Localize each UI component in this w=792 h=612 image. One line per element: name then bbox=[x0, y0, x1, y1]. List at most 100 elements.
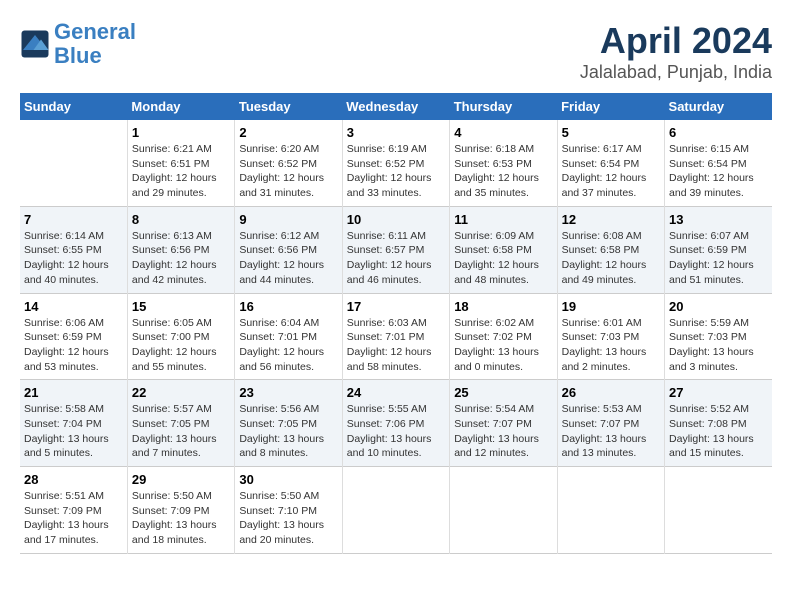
day-number: 18 bbox=[454, 299, 552, 314]
calendar-cell: 2 Sunrise: 6:20 AMSunset: 6:52 PMDaylight… bbox=[235, 120, 342, 206]
calendar-cell: 9 Sunrise: 6:12 AMSunset: 6:56 PMDaylight… bbox=[235, 206, 342, 293]
day-number: 22 bbox=[132, 385, 230, 400]
subtitle: Jalalabad, Punjab, India bbox=[580, 62, 772, 83]
calendar-cell: 22 Sunrise: 5:57 AMSunset: 7:05 PMDayligh… bbox=[127, 380, 234, 467]
calendar-cell: 18 Sunrise: 6:02 AMSunset: 7:02 PMDayligh… bbox=[450, 293, 557, 380]
day-info: Sunrise: 6:17 AMSunset: 6:54 PMDaylight:… bbox=[562, 142, 660, 201]
calendar-cell: 25 Sunrise: 5:54 AMSunset: 7:07 PMDayligh… bbox=[450, 380, 557, 467]
week-row-3: 14Sunrise: 6:06 AMSunset: 6:59 PMDayligh… bbox=[20, 293, 772, 380]
calendar-cell: 20 Sunrise: 5:59 AMSunset: 7:03 PMDayligh… bbox=[665, 293, 772, 380]
day-number: 24 bbox=[347, 385, 445, 400]
day-info: Sunrise: 5:54 AMSunset: 7:07 PMDaylight:… bbox=[454, 402, 552, 461]
calendar-cell: 26Sunrise: 5:53 AMSunset: 7:07 PMDayligh… bbox=[557, 380, 664, 467]
day-number: 20 bbox=[669, 299, 768, 314]
calendar-cell: 23Sunrise: 5:56 AMSunset: 7:05 PMDayligh… bbox=[235, 380, 342, 467]
day-info: Sunrise: 5:59 AMSunset: 7:03 PMDaylight:… bbox=[669, 316, 768, 375]
logo-line2: Blue bbox=[54, 43, 102, 68]
day-number: 30 bbox=[239, 472, 337, 487]
col-header-tuesday: Tuesday bbox=[235, 93, 342, 120]
calendar-cell: 12 Sunrise: 6:08 AMSunset: 6:58 PMDayligh… bbox=[557, 206, 664, 293]
col-header-wednesday: Wednesday bbox=[342, 93, 449, 120]
day-number: 23 bbox=[239, 385, 337, 400]
calendar-cell bbox=[450, 467, 557, 554]
day-info: Sunrise: 5:57 AMSunset: 7:05 PMDaylight:… bbox=[132, 402, 230, 461]
day-info: Sunrise: 6:04 AMSunset: 7:01 PMDaylight:… bbox=[239, 316, 337, 375]
day-number: 14 bbox=[24, 299, 123, 314]
logo-text: General Blue bbox=[54, 20, 136, 68]
day-info: Sunrise: 6:01 AMSunset: 7:03 PMDaylight:… bbox=[562, 316, 660, 375]
title-block: April 2024 Jalalabad, Punjab, India bbox=[580, 20, 772, 83]
day-info: Sunrise: 5:55 AMSunset: 7:06 PMDaylight:… bbox=[347, 402, 445, 461]
col-header-friday: Friday bbox=[557, 93, 664, 120]
day-number: 19 bbox=[562, 299, 660, 314]
day-info: Sunrise: 6:20 AMSunset: 6:52 PMDaylight:… bbox=[239, 142, 337, 201]
col-header-saturday: Saturday bbox=[665, 93, 772, 120]
day-info: Sunrise: 6:02 AMSunset: 7:02 PMDaylight:… bbox=[454, 316, 552, 375]
week-row-4: 21 Sunrise: 5:58 AMSunset: 7:04 PMDayligh… bbox=[20, 380, 772, 467]
calendar-cell: 13Sunrise: 6:07 AMSunset: 6:59 PMDayligh… bbox=[665, 206, 772, 293]
calendar-cell bbox=[342, 467, 449, 554]
calendar-cell: 5 Sunrise: 6:17 AMSunset: 6:54 PMDaylight… bbox=[557, 120, 664, 206]
calendar-cell: 10Sunrise: 6:11 AMSunset: 6:57 PMDayligh… bbox=[342, 206, 449, 293]
day-info: Sunrise: 6:03 AMSunset: 7:01 PMDaylight:… bbox=[347, 316, 445, 375]
week-row-5: 28 Sunrise: 5:51 AMSunset: 7:09 PMDayligh… bbox=[20, 467, 772, 554]
calendar-cell: 3Sunrise: 6:19 AMSunset: 6:52 PMDaylight… bbox=[342, 120, 449, 206]
day-number: 28 bbox=[24, 472, 123, 487]
day-number: 29 bbox=[132, 472, 230, 487]
calendar-cell: 7Sunrise: 6:14 AMSunset: 6:55 PMDaylight… bbox=[20, 206, 127, 293]
day-info: Sunrise: 5:58 AMSunset: 7:04 PMDaylight:… bbox=[24, 402, 123, 461]
day-info: Sunrise: 5:53 AMSunset: 7:07 PMDaylight:… bbox=[562, 402, 660, 461]
main-title: April 2024 bbox=[580, 20, 772, 62]
col-header-thursday: Thursday bbox=[450, 93, 557, 120]
day-number: 27 bbox=[669, 385, 768, 400]
calendar-body: 1 Sunrise: 6:21 AMSunset: 6:51 PMDaylight… bbox=[20, 120, 772, 553]
day-info: Sunrise: 6:15 AMSunset: 6:54 PMDaylight:… bbox=[669, 142, 768, 201]
calendar-cell bbox=[20, 120, 127, 206]
day-number: 8 bbox=[132, 212, 230, 227]
calendar-cell: 15 Sunrise: 6:05 AMSunset: 7:00 PMDayligh… bbox=[127, 293, 234, 380]
day-number: 25 bbox=[454, 385, 552, 400]
day-info: Sunrise: 6:08 AMSunset: 6:58 PMDaylight:… bbox=[562, 229, 660, 288]
logo-line1: General bbox=[54, 19, 136, 44]
day-info: Sunrise: 5:50 AMSunset: 7:09 PMDaylight:… bbox=[132, 489, 230, 548]
logo: General Blue bbox=[20, 20, 136, 68]
day-info: Sunrise: 6:05 AMSunset: 7:00 PMDaylight:… bbox=[132, 316, 230, 375]
calendar-cell: 11Sunrise: 6:09 AMSunset: 6:58 PMDayligh… bbox=[450, 206, 557, 293]
day-info: Sunrise: 5:52 AMSunset: 7:08 PMDaylight:… bbox=[669, 402, 768, 461]
calendar-cell: 16 Sunrise: 6:04 AMSunset: 7:01 PMDayligh… bbox=[235, 293, 342, 380]
day-number: 21 bbox=[24, 385, 123, 400]
calendar-cell: 1 Sunrise: 6:21 AMSunset: 6:51 PMDaylight… bbox=[127, 120, 234, 206]
day-info: Sunrise: 6:13 AMSunset: 6:56 PMDaylight:… bbox=[132, 229, 230, 288]
day-number: 7 bbox=[24, 212, 123, 227]
column-headers: SundayMondayTuesdayWednesdayThursdayFrid… bbox=[20, 93, 772, 120]
calendar-cell: 14Sunrise: 6:06 AMSunset: 6:59 PMDayligh… bbox=[20, 293, 127, 380]
calendar-cell: 24 Sunrise: 5:55 AMSunset: 7:06 PMDayligh… bbox=[342, 380, 449, 467]
day-number: 15 bbox=[132, 299, 230, 314]
day-number: 16 bbox=[239, 299, 337, 314]
day-info: Sunrise: 6:07 AMSunset: 6:59 PMDaylight:… bbox=[669, 229, 768, 288]
day-number: 5 bbox=[562, 125, 660, 140]
calendar-cell: 29 Sunrise: 5:50 AMSunset: 7:09 PMDayligh… bbox=[127, 467, 234, 554]
day-number: 12 bbox=[562, 212, 660, 227]
calendar-cell bbox=[557, 467, 664, 554]
day-info: Sunrise: 5:51 AMSunset: 7:09 PMDaylight:… bbox=[24, 489, 123, 548]
day-info: Sunrise: 6:21 AMSunset: 6:51 PMDaylight:… bbox=[132, 142, 230, 201]
day-number: 3 bbox=[347, 125, 445, 140]
day-info: Sunrise: 6:12 AMSunset: 6:56 PMDaylight:… bbox=[239, 229, 337, 288]
calendar-cell: 17Sunrise: 6:03 AMSunset: 7:01 PMDayligh… bbox=[342, 293, 449, 380]
day-number: 2 bbox=[239, 125, 337, 140]
day-info: Sunrise: 6:09 AMSunset: 6:58 PMDaylight:… bbox=[454, 229, 552, 288]
calendar-cell: 4Sunrise: 6:18 AMSunset: 6:53 PMDaylight… bbox=[450, 120, 557, 206]
col-header-monday: Monday bbox=[127, 93, 234, 120]
day-number: 9 bbox=[239, 212, 337, 227]
day-info: Sunrise: 5:50 AMSunset: 7:10 PMDaylight:… bbox=[239, 489, 337, 548]
day-number: 1 bbox=[132, 125, 230, 140]
calendar-cell: 30 Sunrise: 5:50 AMSunset: 7:10 PMDayligh… bbox=[235, 467, 342, 554]
page-header: General Blue April 2024 Jalalabad, Punja… bbox=[20, 20, 772, 83]
calendar-cell bbox=[665, 467, 772, 554]
col-header-sunday: Sunday bbox=[20, 93, 127, 120]
calendar-cell: 28 Sunrise: 5:51 AMSunset: 7:09 PMDayligh… bbox=[20, 467, 127, 554]
week-row-2: 7Sunrise: 6:14 AMSunset: 6:55 PMDaylight… bbox=[20, 206, 772, 293]
calendar-cell: 21 Sunrise: 5:58 AMSunset: 7:04 PMDayligh… bbox=[20, 380, 127, 467]
calendar-table: SundayMondayTuesdayWednesdayThursdayFrid… bbox=[20, 93, 772, 554]
